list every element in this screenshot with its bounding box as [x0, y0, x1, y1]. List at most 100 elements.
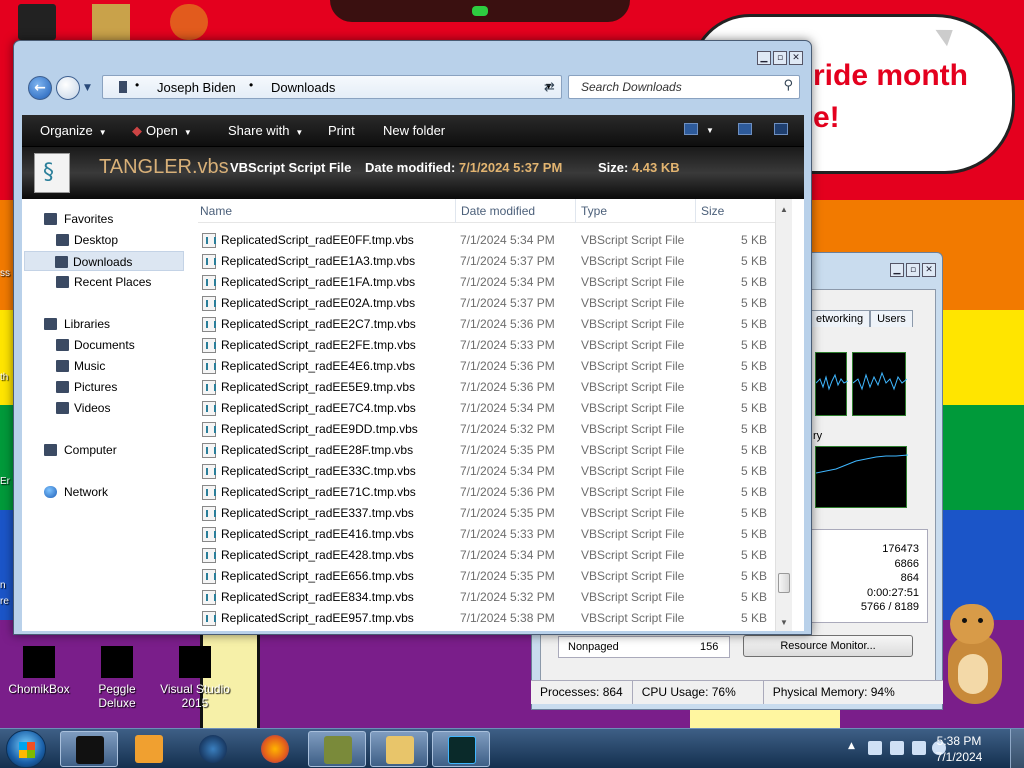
desktop-icon-peggle-deluxe[interactable]: Peggle Deluxe: [79, 646, 155, 710]
open-with-icon: ◆: [132, 123, 142, 138]
taskbar-button-app-window[interactable]: [60, 731, 118, 767]
column-header-name[interactable]: Name: [200, 204, 232, 218]
taskbar-button-media-player[interactable]: [120, 731, 178, 767]
nav-documents[interactable]: Documents: [22, 335, 182, 355]
organize-label: Organize: [40, 123, 93, 138]
desktop-icon-top-1[interactable]: [18, 4, 56, 40]
maximize-button[interactable]: ▫: [906, 263, 920, 277]
app-window-icon: [76, 736, 104, 764]
breadcrumb-joseph-biden[interactable]: Joseph Biden: [157, 80, 236, 95]
refresh-icon[interactable]: ⇄: [544, 80, 555, 95]
explorer-window[interactable]: ▁ ▫ ✕ ← ▼ • Joseph Biden • Downloads ▼ ⇄…: [13, 40, 812, 635]
new-folder-button[interactable]: New folder: [383, 123, 445, 138]
print-button[interactable]: Print: [328, 123, 355, 138]
nav-computer[interactable]: Computer: [22, 440, 182, 460]
nav-videos[interactable]: Videos: [22, 398, 182, 418]
scroll-up-icon[interactable]: ▲: [780, 205, 788, 214]
file-size: 5 KB: [740, 338, 767, 352]
close-button[interactable]: ✕: [922, 263, 936, 277]
back-button[interactable]: ←: [28, 76, 52, 100]
preview-pane-icon[interactable]: [738, 123, 752, 135]
hamster-eye: [962, 618, 967, 623]
file-row[interactable]: ReplicatedScript_radEE28F.tmp.vbs 7/1/202…: [198, 440, 792, 461]
tray-app-icon[interactable]: [868, 741, 882, 755]
nav-libraries[interactable]: Libraries: [22, 314, 182, 334]
taskbar-button-firefox[interactable]: [246, 731, 304, 767]
help-icon[interactable]: [774, 123, 788, 135]
open-button[interactable]: ◆ Open ▼: [132, 123, 192, 139]
file-name: ReplicatedScript_radEE2FE.tmp.vbs: [221, 338, 416, 352]
tab-users[interactable]: Users: [870, 310, 913, 327]
taskbar-button-chrome-ball[interactable]: [184, 731, 242, 767]
desktop-icon-visual-studio[interactable]: Visual Studio 2015: [157, 646, 233, 710]
start-button[interactable]: [6, 730, 46, 768]
desktop-icon-top-3[interactable]: [170, 4, 208, 40]
column-header-type[interactable]: Type: [581, 204, 607, 218]
file-row[interactable]: ReplicatedScript_radEE5E9.tmp.vbs 7/1/202…: [198, 377, 792, 398]
file-row[interactable]: ReplicatedScript_radEE834.tmp.vbs 7/1/202…: [198, 587, 792, 608]
minimize-button[interactable]: ▁: [890, 263, 904, 277]
vertical-scrollbar[interactable]: ▲ ▼: [775, 199, 792, 631]
taskbar-button-chomikbox[interactable]: [308, 731, 366, 767]
file-row[interactable]: ReplicatedScript_radEE02A.tmp.vbs 7/1/202…: [198, 293, 792, 314]
recent-pages-dropdown-icon[interactable]: ▼: [84, 83, 91, 93]
file-row[interactable]: ReplicatedScript_radEE337.tmp.vbs 7/1/202…: [198, 503, 792, 524]
scroll-thumb[interactable]: [778, 573, 790, 593]
file-row[interactable]: ReplicatedScript_radEE428.tmp.vbs 7/1/202…: [198, 545, 792, 566]
view-options-icon[interactable]: [684, 123, 698, 135]
file-row[interactable]: ReplicatedScript_radEE656.tmp.vbs 7/1/202…: [198, 566, 792, 587]
network-tray-icon[interactable]: [890, 741, 904, 755]
file-row[interactable]: ReplicatedScript_radEE2C7.tmp.vbs 7/1/202…: [198, 314, 792, 335]
nav-label: Computer: [64, 443, 117, 457]
close-button[interactable]: ✕: [789, 51, 803, 65]
file-date: 7/1/2024 5:32 PM: [460, 590, 555, 604]
taskbar-button-explorer[interactable]: [370, 731, 428, 767]
organize-button[interactable]: Organize ▼: [40, 123, 107, 138]
nav-music[interactable]: Music: [22, 356, 182, 376]
address-bar[interactable]: • Joseph Biden • Downloads ▼: [102, 75, 562, 99]
file-row[interactable]: ReplicatedScript_radEE416.tmp.vbs 7/1/202…: [198, 524, 792, 545]
file-name: ReplicatedScript_radEE33C.tmp.vbs: [221, 464, 416, 478]
file-row[interactable]: ReplicatedScript_radEE33C.tmp.vbs 7/1/202…: [198, 461, 792, 482]
file-row[interactable]: ReplicatedScript_radEE0FF.tmp.vbs 7/1/202…: [198, 230, 792, 251]
scroll-down-icon[interactable]: ▼: [780, 618, 788, 627]
file-row[interactable]: ReplicatedScript_radEE4E6.tmp.vbs 7/1/202…: [198, 356, 792, 377]
nav-favorites[interactable]: Favorites: [22, 209, 182, 229]
nav-network[interactable]: Network: [22, 482, 182, 502]
favorites-icon: [44, 213, 57, 225]
file-row[interactable]: ReplicatedScript_radEE71C.tmp.vbs 7/1/202…: [198, 482, 792, 503]
file-row[interactable]: ReplicatedScript_radEE1A3.tmp.vbs 7/1/202…: [198, 251, 792, 272]
file-row[interactable]: ReplicatedScript_radEE2FE.tmp.vbs 7/1/202…: [198, 335, 792, 356]
forward-button[interactable]: [56, 76, 80, 100]
tab-networking[interactable]: etworking: [809, 310, 871, 327]
value-uptime: 0:00:27:51: [867, 586, 919, 599]
file-size: 5 KB: [740, 422, 767, 436]
view-dropdown-icon[interactable]: ▼: [706, 126, 714, 135]
file-row[interactable]: ReplicatedScript_radEE957.tmp.vbs 7/1/202…: [198, 608, 792, 629]
column-header-date[interactable]: Date modified: [461, 204, 535, 218]
taskbar-button-task-manager[interactable]: [432, 731, 490, 767]
vbs-file-icon: [202, 359, 216, 374]
nav-downloads[interactable]: Downloads: [24, 251, 184, 271]
desktop-icon-chomikbox[interactable]: ChomikBox: [1, 646, 77, 696]
share-with-button[interactable]: Share with ▼: [228, 123, 303, 138]
system-clock[interactable]: 5:38 PM 7/1/2024: [924, 733, 994, 765]
file-type: VBScript Script File: [581, 254, 685, 268]
search-icon[interactable]: ⚲: [783, 78, 793, 93]
file-row[interactable]: ReplicatedScript_radEE7C4.tmp.vbs 7/1/202…: [198, 398, 792, 419]
breadcrumb-downloads[interactable]: Downloads: [271, 80, 335, 95]
resource-monitor-button[interactable]: Resource Monitor...: [743, 635, 913, 657]
file-row[interactable]: ReplicatedScript_radEE9DD.tmp.vbs 7/1/202…: [198, 419, 792, 440]
file-row[interactable]: ReplicatedScript_radEE1FA.tmp.vbs 7/1/202…: [198, 272, 792, 293]
minimize-button[interactable]: ▁: [757, 51, 771, 65]
nav-desktop[interactable]: Desktop: [22, 230, 182, 250]
nav-recent-places[interactable]: Recent Places: [22, 272, 182, 292]
column-header-size[interactable]: Size: [701, 204, 724, 218]
maximize-button[interactable]: ▫: [773, 51, 787, 65]
show-hidden-icons-icon[interactable]: ▲: [848, 741, 862, 755]
desktop-icon-top-2[interactable]: [92, 4, 130, 40]
date-modified-value: 7/1/2024 5:37 PM: [458, 160, 563, 175]
search-input[interactable]: Search Downloads ⚲: [568, 75, 800, 99]
show-desktop-button[interactable]: [1010, 729, 1024, 768]
nav-pictures[interactable]: Pictures: [22, 377, 182, 397]
